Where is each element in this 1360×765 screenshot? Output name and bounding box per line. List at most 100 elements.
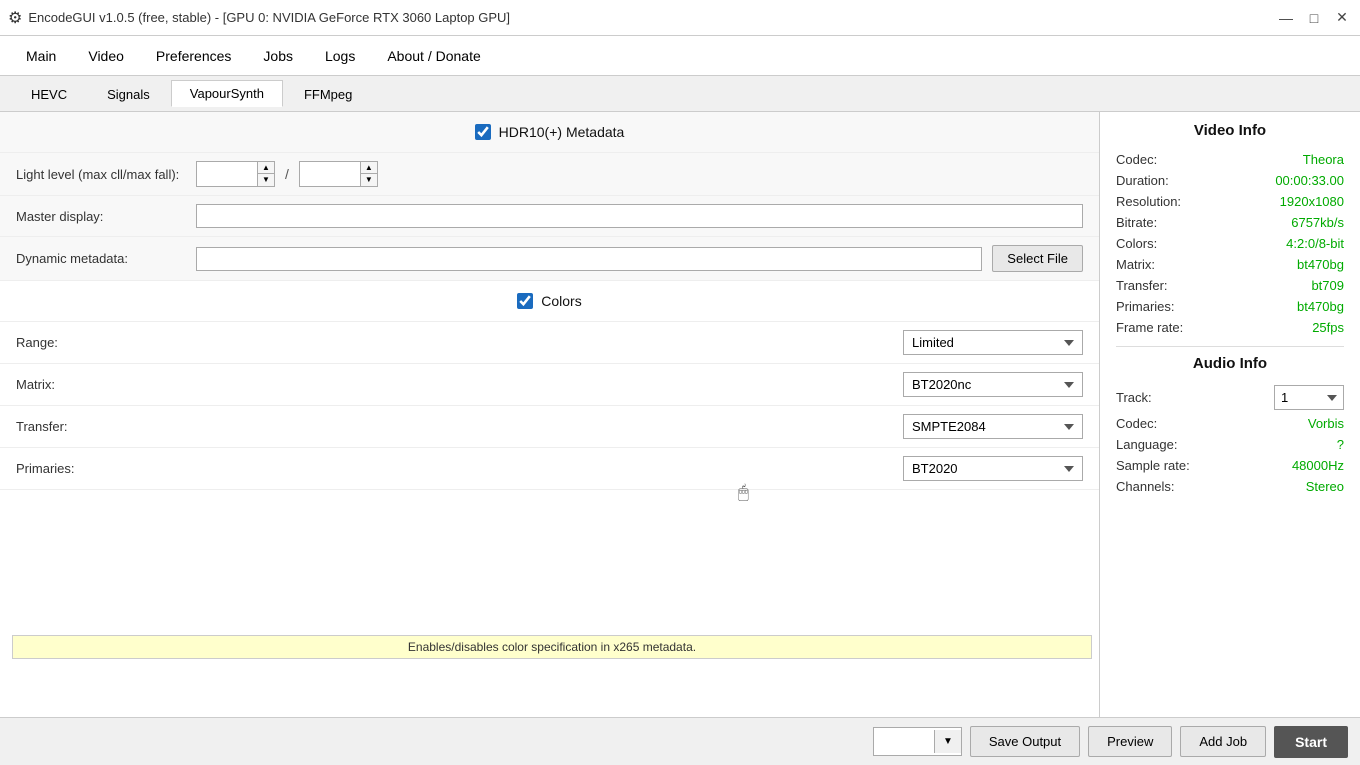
master-display-label: Master display: — [16, 209, 186, 224]
video-codec-row: Codec: Theora — [1116, 149, 1344, 170]
output-format-group: .mp4 ▼ — [873, 727, 962, 756]
dynamic-metadata-row: Dynamic metadata: Select File — [0, 237, 1099, 281]
range-select[interactable]: Limited Full — [903, 330, 1083, 355]
video-primaries-value: bt470bg — [1297, 299, 1344, 314]
subtab-signals[interactable]: Signals — [88, 81, 169, 107]
video-transfer-row: Transfer: bt709 — [1116, 275, 1344, 296]
video-codec-label: Codec: — [1116, 152, 1157, 167]
video-info-title: Video Info — [1116, 122, 1344, 139]
output-format-input[interactable]: .mp4 — [874, 728, 934, 755]
close-button[interactable]: ✕ — [1332, 8, 1352, 28]
add-job-button[interactable]: Add Job — [1180, 726, 1266, 757]
video-colors-row: Colors: 4:2:0/8-bit — [1116, 233, 1344, 254]
range-label: Range: — [16, 335, 96, 350]
audio-channels-row: Channels: Stereo — [1116, 476, 1344, 497]
menu-preferences[interactable]: Preferences — [142, 42, 245, 70]
audio-info-title: Audio Info — [1116, 355, 1344, 372]
light-level-cll-group: 1000 ▲ ▼ / 1 ▲ ▼ — [196, 161, 378, 187]
matrix-row: Matrix: BT2020nc BT709 BT601 ✓ — [0, 364, 1099, 406]
save-output-button[interactable]: Save Output — [970, 726, 1080, 757]
app-title: EncodeGUI v1.0.5 (free, stable) - [GPU 0… — [28, 10, 510, 25]
light-level-cll-down[interactable]: ▼ — [258, 174, 274, 186]
maximize-button[interactable]: □ — [1304, 8, 1324, 28]
audio-track-select[interactable]: 1 2 — [1274, 385, 1344, 410]
light-level-cll-up[interactable]: ▲ — [258, 162, 274, 174]
master-display-row: Master display: G(13250,34500)B(7500,300… — [0, 196, 1099, 237]
colors-section: Colors — [0, 281, 1099, 322]
minimize-button[interactable]: — — [1276, 8, 1296, 28]
light-level-fall-input[interactable]: 1 — [300, 164, 360, 185]
video-duration-row: Duration: 00:00:33.00 — [1116, 170, 1344, 191]
video-info-section: Video Info Codec: Theora Duration: 00:00… — [1116, 122, 1344, 338]
menu-jobs[interactable]: Jobs — [249, 42, 307, 70]
audio-track-row: Track: 1 2 — [1116, 382, 1344, 413]
preview-button[interactable]: Preview — [1088, 726, 1172, 757]
start-button[interactable]: Start — [1274, 726, 1348, 758]
video-duration-label: Duration: — [1116, 173, 1169, 188]
hdr-metadata-section: HDR10(+) Metadata — [0, 112, 1099, 153]
select-file-button[interactable]: Select File — [992, 245, 1083, 272]
video-bitrate-value: 6757kb/s — [1291, 215, 1344, 230]
primaries-row: Primaries: BT2020 BT709 BT601 — [0, 448, 1099, 490]
audio-samplerate-row: Sample rate: 48000Hz — [1116, 455, 1344, 476]
audio-info-section: Audio Info Track: 1 2 Codec: Vorbis Lang… — [1116, 355, 1344, 497]
output-format-dropdown[interactable]: ▼ — [934, 730, 961, 753]
menu-about[interactable]: About / Donate — [373, 42, 494, 70]
app-icon: ⚙ — [8, 8, 22, 28]
audio-samplerate-label: Sample rate: — [1116, 458, 1190, 473]
video-codec-value: Theora — [1303, 152, 1344, 167]
video-colors-label: Colors: — [1116, 236, 1157, 251]
video-transfer-value: bt709 — [1311, 278, 1344, 293]
subtab-ffmpeg[interactable]: FFMpeg — [285, 81, 371, 107]
menu-bar: Main Video Preferences Jobs Logs About /… — [0, 36, 1360, 76]
light-level-divider: / — [285, 166, 289, 182]
info-separator — [1116, 346, 1344, 347]
matrix-label: Matrix: — [16, 377, 96, 392]
colors-label[interactable]: Colors — [541, 293, 581, 309]
subtab-bar: HEVC Signals VapourSynth FFMpeg — [0, 76, 1360, 112]
transfer-label: Transfer: — [16, 419, 96, 434]
primaries-select[interactable]: BT2020 BT709 BT601 — [903, 456, 1083, 481]
hdr-metadata-label[interactable]: HDR10(+) Metadata — [499, 124, 625, 140]
audio-track-label: Track: — [1116, 390, 1152, 405]
range-select-container: Limited Full — [600, 330, 1084, 355]
light-level-cll-input[interactable]: 1000 — [197, 164, 257, 185]
colors-checkbox[interactable] — [517, 293, 533, 309]
video-bitrate-label: Bitrate: — [1116, 215, 1157, 230]
video-matrix-value: bt470bg — [1297, 257, 1344, 272]
range-row: Range: Limited Full ✓ — [0, 322, 1099, 364]
master-display-input[interactable]: G(13250,34500)B(7500,3000)R(34000,16000)… — [196, 204, 1083, 228]
video-duration-value: 00:00:33.00 — [1275, 173, 1344, 188]
video-resolution-label: Resolution: — [1116, 194, 1181, 209]
title-bar: ⚙ EncodeGUI v1.0.5 (free, stable) - [GPU… — [0, 0, 1360, 36]
menu-logs[interactable]: Logs — [311, 42, 369, 70]
transfer-select[interactable]: SMPTE2084 BT709 BT601 — [903, 414, 1083, 439]
primaries-select-container: BT2020 BT709 BT601 — [600, 456, 1084, 481]
audio-language-label: Language: — [1116, 437, 1177, 452]
video-resolution-value: 1920x1080 — [1280, 194, 1344, 209]
video-matrix-row: Matrix: bt470bg — [1116, 254, 1344, 275]
matrix-select[interactable]: BT2020nc BT709 BT601 — [903, 372, 1083, 397]
dynamic-metadata-input[interactable] — [196, 247, 982, 271]
light-level-label: Light level (max cll/max fall): — [16, 167, 186, 182]
audio-codec-row: Codec: Vorbis — [1116, 413, 1344, 434]
light-level-fall-spinbox: 1 ▲ ▼ — [299, 161, 378, 187]
light-level-fall-down[interactable]: ▼ — [361, 174, 377, 186]
audio-codec-value: Vorbis — [1308, 416, 1344, 431]
dynamic-metadata-label: Dynamic metadata: — [16, 251, 186, 266]
video-transfer-label: Transfer: — [1116, 278, 1168, 293]
video-colors-value: 4:2:0/8-bit — [1286, 236, 1344, 251]
menu-main[interactable]: Main — [12, 42, 70, 70]
video-primaries-label: Primaries: — [1116, 299, 1175, 314]
subtab-vapoursynth[interactable]: VapourSynth — [171, 80, 283, 107]
primaries-label: Primaries: — [16, 461, 96, 476]
audio-language-row: Language: ? — [1116, 434, 1344, 455]
bottom-bar: .mp4 ▼ Save Output Preview Add Job Start — [0, 717, 1360, 765]
transfer-select-container: SMPTE2084 BT709 BT601 — [600, 414, 1084, 439]
right-panel: Video Info Codec: Theora Duration: 00:00… — [1100, 112, 1360, 717]
subtab-hevc[interactable]: HEVC — [12, 81, 86, 107]
light-level-fall-up[interactable]: ▲ — [361, 162, 377, 174]
hdr-metadata-checkbox[interactable] — [475, 124, 491, 140]
menu-video[interactable]: Video — [74, 42, 138, 70]
audio-language-value: ? — [1337, 437, 1344, 452]
